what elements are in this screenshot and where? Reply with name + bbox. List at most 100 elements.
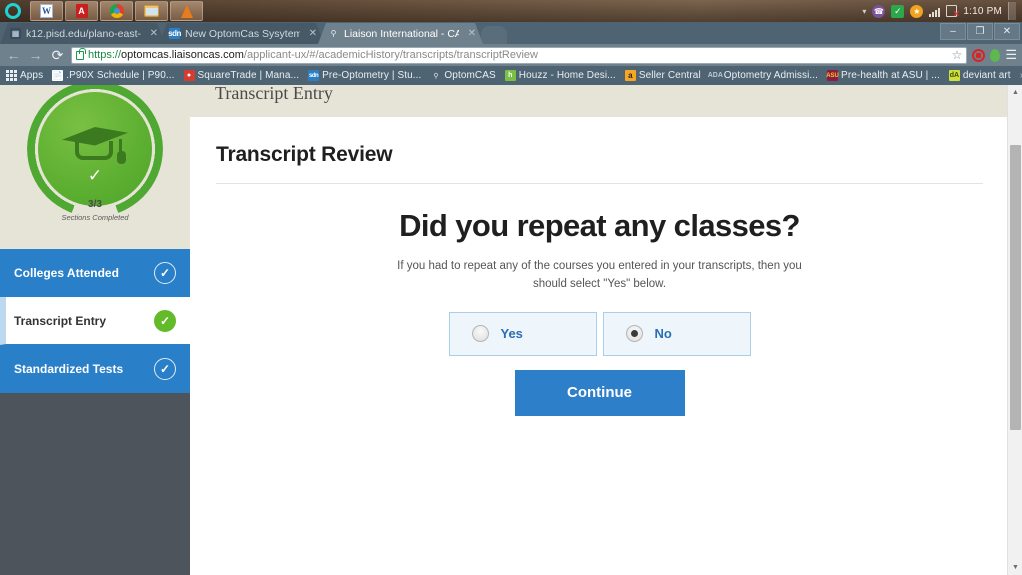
radio-icon-selected[interactable]: [625, 325, 643, 343]
browser-tab-liaison[interactable]: ⚲ Liaison International - CAS ✕: [318, 23, 483, 44]
bookmark-deviantart[interactable]: dA deviant art: [948, 70, 1011, 81]
bookmark-label: Pre-health at ASU | ...: [841, 70, 940, 81]
start-orb-icon[interactable]: [0, 0, 26, 22]
bookmark-label: OptomCAS: [444, 70, 496, 81]
sidebar-item-label: Transcript Entry: [14, 313, 107, 328]
pisd-icon: ▦: [11, 29, 20, 38]
transcript-review-card: Transcript Review Did you repeat any cla…: [190, 117, 1007, 416]
url-text: https://optomcas.liaisoncas.com/applican…: [88, 49, 538, 61]
desktop: W A ▾ ☎ ✓ ★ 1:10 PM ▦ k12.pisd.edu/plano…: [0, 0, 1022, 575]
screen-recorder-icon[interactable]: [972, 48, 986, 62]
deviantart-icon: dA: [948, 70, 960, 81]
battery-error-icon[interactable]: [946, 5, 959, 20]
document-icon: 📄: [52, 70, 64, 81]
map-pin-icon[interactable]: [990, 48, 1001, 62]
main-content: Transcript Review Did you repeat any cla…: [190, 117, 1007, 575]
green-check-icon[interactable]: ✓: [891, 4, 905, 18]
sidebar-item-label: Standardized Tests: [14, 361, 124, 376]
continue-button-row: Continue: [216, 369, 983, 416]
file-explorer-icon[interactable]: [135, 1, 168, 21]
bookmark-label: Pre-Optometry | Stu...: [322, 70, 422, 81]
progress-panel: ✓ 3/3 Sections Completed: [0, 85, 190, 249]
amazon-icon: a: [624, 70, 636, 81]
close-icon[interactable]: ✕: [464, 28, 476, 39]
optomcas-icon: sdn: [308, 70, 320, 81]
reload-icon[interactable]: ⟳: [49, 48, 66, 62]
continue-button[interactable]: Continue: [514, 369, 685, 416]
browser-window: ▦ k12.pisd.edu/plano-east-s ✕ sdn New Op…: [0, 22, 1022, 575]
graduation-cap-icon: [38, 92, 152, 206]
bookmark-star-icon[interactable]: ☆: [952, 48, 963, 62]
sidebar-item-label: Colleges Attended: [14, 265, 119, 280]
tab-label: k12.pisd.edu/plano-east-s: [26, 27, 141, 40]
sidebar-item-transcript-entry[interactable]: Transcript Entry ✓: [0, 297, 190, 345]
show-desktop-button[interactable]: [1008, 2, 1016, 20]
bookmark-houzz[interactable]: h Houzz - Home Desi...: [504, 70, 616, 81]
lock-icon: [76, 47, 86, 60]
new-tab-button[interactable]: [481, 26, 507, 44]
progress-caption: Sections Completed: [61, 213, 129, 222]
bookmark-optomcas[interactable]: ⚲ OptomCAS: [430, 70, 495, 81]
window-controls: – ❐ ✕: [940, 23, 1020, 40]
vlc-icon[interactable]: [170, 1, 203, 21]
chrome-icon[interactable]: [100, 1, 133, 21]
bookmark-asu[interactable]: ASU Pre-health at ASU | ...: [826, 70, 940, 81]
radio-label: No: [654, 326, 672, 342]
clock[interactable]: 1:10 PM: [963, 6, 1002, 17]
liaison-icon: ⚲: [330, 29, 337, 38]
tab-strip: ▦ k12.pisd.edu/plano-east-s ✕ sdn New Op…: [0, 22, 1022, 44]
system-tray: ▾ ☎ ✓ ★ 1:10 PM: [862, 2, 1022, 20]
bookmark-p90x[interactable]: 📄 .P90X Schedule | P90...: [52, 70, 174, 81]
browser-tab-optomcas[interactable]: sdn New OptomCas Sysytem | ✕: [159, 23, 324, 44]
apps-grid-icon: [6, 70, 17, 81]
houzz-icon: h: [504, 70, 516, 81]
bookmark-apps[interactable]: Apps: [6, 70, 43, 81]
url-scheme: https://: [88, 49, 122, 61]
question-help-text: If you had to repeat any of the courses …: [397, 260, 802, 290]
radio-option-no[interactable]: No: [602, 311, 751, 356]
scroll-down-icon[interactable]: ▼: [1008, 560, 1022, 575]
viber-icon[interactable]: ☎: [872, 4, 886, 18]
question-heading: Did you repeat any classes?: [399, 208, 800, 243]
tray-chevron-up-icon[interactable]: ▾: [862, 7, 866, 16]
word-icon[interactable]: W: [30, 1, 63, 21]
star-icon[interactable]: ★: [910, 4, 924, 18]
address-bar[interactable]: https://optomcas.liaisoncas.com/applican…: [71, 46, 968, 64]
bookmark-squaretrade[interactable]: ● SquareTrade | Mana...: [183, 70, 300, 81]
radio-group: Yes No: [216, 311, 983, 356]
bookmark-label: Optometry Admissi...: [723, 70, 819, 81]
sidebar-item-colleges-attended[interactable]: Colleges Attended ✓: [0, 249, 190, 297]
asu-icon: ASU: [826, 70, 839, 81]
maximize-button[interactable]: ❐: [967, 23, 993, 40]
vertical-scrollbar[interactable]: ▲ ▼: [1007, 85, 1022, 575]
scroll-up-icon[interactable]: ▲: [1008, 85, 1022, 100]
scrollbar-thumb[interactable]: [1010, 145, 1021, 430]
radio-label: Yes: [500, 326, 523, 342]
squaretrade-icon: ●: [183, 70, 195, 81]
bookmark-seller-central[interactable]: a Seller Central: [624, 70, 701, 81]
bookmark-label: Apps: [20, 70, 44, 81]
divider: [216, 183, 983, 184]
chrome-menu-icon[interactable]: ☰: [1005, 47, 1017, 63]
close-icon[interactable]: ✕: [146, 28, 158, 39]
page-title: Transcript Entry: [215, 85, 333, 103]
forward-icon[interactable]: →: [27, 48, 44, 62]
bookmark-optometry-admissions[interactable]: ADA Optometry Admissi...: [708, 70, 819, 81]
close-window-button[interactable]: ✕: [994, 23, 1020, 40]
minimize-button[interactable]: –: [940, 23, 966, 40]
bookmark-label: deviant art: [962, 70, 1011, 81]
adobe-reader-icon[interactable]: A: [65, 1, 98, 21]
bookmark-pre-optometry[interactable]: sdn Pre-Optometry | Stu...: [308, 70, 421, 81]
browser-tab-pisd[interactable]: ▦ k12.pisd.edu/plano-east-s ✕: [0, 23, 165, 44]
radio-icon[interactable]: [471, 325, 489, 343]
sidebar-item-standardized-tests[interactable]: Standardized Tests ✓: [0, 345, 190, 393]
tab-label: New OptomCas Sysytem |: [185, 27, 300, 40]
card-title: Transcript Review: [216, 143, 393, 166]
back-icon[interactable]: ←: [5, 48, 22, 62]
bookmark-label: Seller Central: [638, 70, 701, 81]
check-icon: ✓: [154, 261, 176, 284]
bookmarks-bar: Apps 📄 .P90X Schedule | P90... ● SquareT…: [0, 66, 1022, 85]
network-signal-icon[interactable]: [929, 6, 941, 17]
radio-option-yes[interactable]: Yes: [448, 311, 597, 356]
close-icon[interactable]: ✕: [305, 28, 317, 39]
